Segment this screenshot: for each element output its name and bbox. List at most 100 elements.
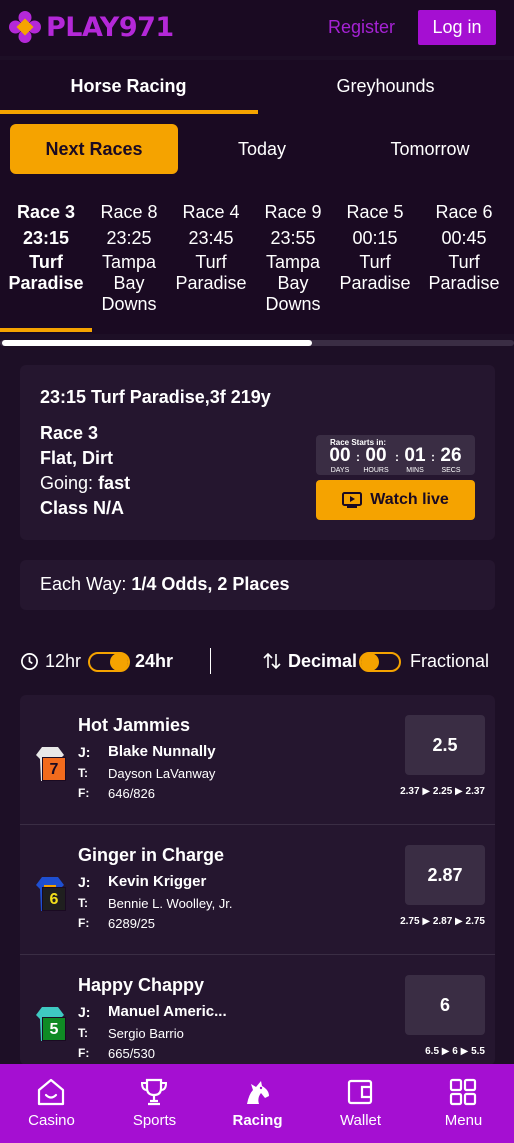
- nav-racing-label: Racing: [232, 1112, 283, 1129]
- race-track-line: Turf: [29, 252, 63, 272]
- race-track-line: Paradise: [339, 273, 411, 293]
- runner-row: 7 Hot Jammies J: Blake Nunnally T: Dayso…: [20, 695, 495, 825]
- race-strip-scrollbar-thumb[interactable]: [2, 340, 312, 346]
- nav-wallet-label: Wallet: [339, 1112, 382, 1129]
- race-track-line: Tampa: [265, 252, 321, 272]
- race-item[interactable]: Race 3 23:15 Turf Paradise: [4, 200, 88, 294]
- horse-icon: [247, 1081, 269, 1104]
- going-label: Going:: [40, 473, 94, 493]
- countdown-hours: 00 HOURS: [362, 446, 390, 475]
- countdown-colon: :: [431, 450, 435, 464]
- race-time: 23:45: [188, 228, 234, 248]
- sort-arrows-icon: [263, 652, 281, 670]
- odds-history-value: 2.37: [465, 786, 485, 797]
- login-button[interactable]: Log in: [418, 10, 496, 45]
- trophy-icon: [140, 1078, 168, 1106]
- time-format-toggle[interactable]: [88, 652, 130, 672]
- race-track-line: Downs: [101, 294, 157, 314]
- top-header: PLAY971 Register Log in: [0, 0, 514, 56]
- countdown-days-caption: DAYS: [330, 467, 350, 474]
- form-value: 6289/25: [108, 916, 155, 931]
- odds-button[interactable]: 2.5: [405, 715, 485, 775]
- race-item[interactable]: Race 9 23:55 Tampa Bay Downs: [256, 200, 330, 315]
- race-number: Race 6: [435, 202, 493, 222]
- odds-history: 2.37 ▶ 2.25 ▶ 2.37: [400, 786, 485, 797]
- saddle-cloth-number: 5: [42, 1017, 66, 1041]
- race-number: Race 3: [16, 202, 76, 222]
- race-track-line: Turf: [448, 252, 480, 272]
- race-number-label: Race 3: [40, 423, 99, 443]
- wallet-icon: [347, 1079, 373, 1105]
- race-track-line: Bay: [277, 273, 309, 293]
- odds-history-value: 5.5: [471, 1046, 485, 1057]
- saddle-cloth-number: 6: [42, 887, 66, 911]
- horse-name: Happy Chappy: [78, 975, 205, 995]
- register-link[interactable]: Register: [328, 17, 395, 38]
- runner-row: 5 Happy Chappy J: Manuel Americ... T: Se…: [20, 955, 495, 1065]
- bottom-navigation: Casino Sports Racing Wallet Menu: [0, 1064, 514, 1143]
- nav-sports[interactable]: Sports: [103, 1064, 206, 1143]
- countdown-colon: :: [395, 450, 399, 464]
- odds-button[interactable]: 6: [405, 975, 485, 1035]
- runner-row: 6 Ginger in Charge J: Kevin Krigger T: B…: [20, 825, 495, 955]
- 12hr-label: 12hr: [45, 651, 82, 671]
- countdown-hours-caption: HOURS: [363, 467, 389, 474]
- race-item[interactable]: Race 8 23:25 Tampa Bay Downs: [92, 200, 166, 315]
- countdown-mins-caption: MINS: [406, 467, 424, 474]
- trainer-name: Sergio Barrio: [108, 1026, 184, 1041]
- form-value: 665/530: [108, 1046, 155, 1061]
- race-time: 00:45: [441, 228, 487, 248]
- nav-sports-label: Sports: [132, 1112, 177, 1129]
- tab-horse-racing[interactable]: Horse Racing: [0, 60, 258, 114]
- going-value: fast: [98, 473, 131, 493]
- countdown-mins-value: 01: [404, 445, 426, 466]
- tab-tomorrow[interactable]: Tomorrow: [346, 124, 514, 174]
- countdown-secs-value: 26: [440, 445, 462, 466]
- race-item[interactable]: Race 4 23:45 Turf Paradise: [172, 200, 250, 294]
- fractional-label: Fractional: [410, 651, 490, 671]
- odds-history-value: 2.87: [432, 916, 453, 927]
- display-toggles: 12hr 24hr Decimal Fractional: [0, 645, 514, 677]
- odds-button[interactable]: 2.87: [405, 845, 485, 905]
- race-item[interactable]: Race 5 00:15 Turf Paradise: [336, 200, 414, 294]
- odds-history-value: 2.75: [465, 916, 485, 927]
- nav-racing[interactable]: Racing: [206, 1064, 309, 1143]
- trainer-label: T:: [78, 1026, 88, 1040]
- odds-history-value: 6.5: [425, 1046, 440, 1057]
- nav-menu[interactable]: Menu: [412, 1064, 514, 1143]
- race-track-line: Turf: [195, 252, 227, 272]
- tab-next-races[interactable]: Next Races: [10, 124, 178, 174]
- race-number: Race 8: [100, 202, 158, 222]
- toggle-knob: [110, 653, 128, 671]
- tab-today[interactable]: Today: [178, 124, 346, 174]
- countdown-colon: :: [356, 450, 360, 464]
- odds-history-value: 6: [452, 1046, 458, 1057]
- logo-flower-icon: [9, 11, 41, 43]
- play971-logo[interactable]: PLAY971: [8, 10, 174, 44]
- countdown-secs-caption: SECS: [441, 467, 461, 474]
- form-label: F:: [78, 916, 90, 930]
- horse-name: Ginger in Charge: [78, 845, 225, 865]
- race-surface: Flat, Dirt: [40, 448, 114, 468]
- form-label: F:: [78, 786, 90, 800]
- day-tabs: Next Races Today Tomorrow: [0, 114, 514, 180]
- decimal-label: Decimal: [288, 651, 358, 671]
- nav-casino[interactable]: Casino: [0, 1064, 103, 1143]
- saddle-cloth-number: 7: [42, 757, 66, 781]
- tab-greyhounds[interactable]: Greyhounds: [257, 60, 514, 114]
- nav-casino-label: Casino: [28, 1112, 75, 1129]
- race-time: 23:55: [270, 228, 316, 248]
- form-value: 646/826: [108, 786, 155, 801]
- nav-wallet[interactable]: Wallet: [309, 1064, 412, 1143]
- watch-live-button[interactable]: Watch live: [316, 480, 475, 520]
- countdown-days: 00 DAYS: [326, 446, 354, 475]
- race-class: Class N/A: [40, 498, 125, 518]
- odds-format-toggle[interactable]: [359, 652, 401, 672]
- race-item[interactable]: Race 6 00:45 Turf Paradise: [424, 200, 504, 294]
- clock-icon: [21, 653, 38, 670]
- watch-live-label: Watch live: [370, 491, 449, 508]
- race-track-line: Paradise: [8, 273, 84, 293]
- casino-icon: [37, 1078, 65, 1106]
- jockey-label: J:: [78, 744, 91, 760]
- countdown-days-value: 00: [329, 445, 351, 466]
